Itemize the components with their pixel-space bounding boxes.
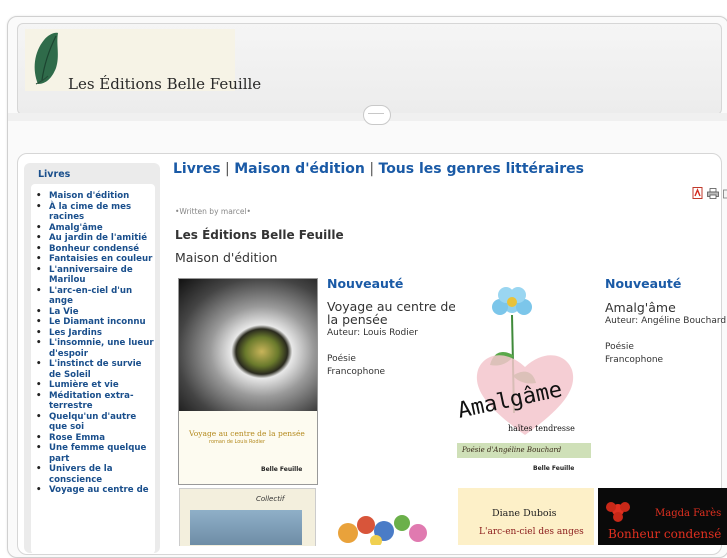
sidebar-item-quelqu-un[interactable]: Quelqu'un d'autre que soi bbox=[36, 412, 154, 433]
sidebar-item-univers-conscience[interactable]: Univers de la conscience bbox=[36, 464, 154, 485]
sidebar-item-maison-edition[interactable]: Maison d'édition bbox=[36, 191, 154, 202]
book-genre: Poésie Francophone bbox=[327, 353, 385, 379]
book-language: Francophone bbox=[327, 366, 385, 379]
article-title: Les Éditions Belle Feuille bbox=[175, 228, 344, 242]
cover-publisher: Belle Feuille bbox=[261, 466, 302, 473]
pdf-icon[interactable] bbox=[692, 187, 703, 199]
author-credit: •Written by marcel• bbox=[175, 207, 251, 216]
sidebar-item-fantaisies-couleur[interactable]: Fantaisies en couleur bbox=[36, 254, 154, 265]
flower-icon bbox=[603, 495, 633, 525]
cover-author: roman de Louis Rodier bbox=[209, 439, 265, 445]
thumbnail-title: L'arc-en-ciel des anges bbox=[479, 527, 584, 537]
sidebar-item-arc-en-ciel-ange[interactable]: L'arc-en-ciel d'un ange bbox=[36, 286, 154, 307]
sidebar-item-meditation[interactable]: Méditation extra-terrestre bbox=[36, 391, 154, 412]
breadcrumb-livres[interactable]: Livres bbox=[173, 161, 221, 177]
cover-subtitle: haïtes tendresse bbox=[508, 424, 575, 433]
cover-band-text: Poésie d'Angéline Bouchard bbox=[462, 446, 561, 454]
sidebar-item-insomnie[interactable]: L'insomnie, une lueur d'espoir bbox=[36, 338, 154, 359]
sidebar-item-instinct-survie[interactable]: L'instinct de survie de Soleil bbox=[36, 359, 154, 380]
handle-grip bbox=[368, 113, 384, 114]
book-title: Amalg'âme bbox=[605, 300, 676, 315]
eye-cover-image bbox=[179, 279, 317, 411]
thumbnail-title: Bonheur condensé bbox=[608, 527, 721, 541]
thumbnail-author: Magda Farès bbox=[655, 508, 721, 519]
cover-title: Voyage au centre de la pensée bbox=[189, 429, 305, 438]
sidebar-item-voyage-centre[interactable]: Voyage au centre de bbox=[36, 485, 154, 496]
thumbnail-author: Diane Dubois bbox=[492, 508, 557, 519]
collapse-handle[interactable] bbox=[363, 105, 391, 125]
sidebar-item-bonheur-condense[interactable]: Bonheur condensé bbox=[36, 244, 154, 255]
print-icon[interactable] bbox=[707, 188, 719, 199]
sidebar-item-rose-emma[interactable]: Rose Emma bbox=[36, 433, 154, 444]
sidebar-title: Livres bbox=[38, 169, 70, 180]
breadcrumb-separator: | bbox=[221, 161, 235, 177]
book-genre-text: Poésie bbox=[327, 353, 385, 366]
sidebar-menu: Maison d'édition À la cime de mes racine… bbox=[36, 191, 154, 496]
page-title: Livres | Maison d'édition | Tous les gen… bbox=[173, 161, 584, 177]
book-thumbnail[interactable] bbox=[318, 505, 450, 545]
breadcrumb-maison[interactable]: Maison d'édition bbox=[234, 161, 365, 177]
sidebar-item-cime-racines[interactable]: À la cime de mes racines bbox=[36, 202, 154, 223]
sidebar-item-les-jardins[interactable]: Les Jardins bbox=[36, 328, 154, 339]
book-genre-text: Poésie bbox=[605, 341, 663, 354]
sidebar-item-anniversaire-marilou[interactable]: L'anniversaire de Marilou bbox=[36, 265, 154, 286]
article-subtitle: Maison d'édition bbox=[175, 250, 277, 265]
book-language: Francophone bbox=[605, 354, 663, 367]
book-title: Voyage au centre de la pensée bbox=[327, 300, 459, 326]
thumbnail-label: Collectif bbox=[256, 495, 284, 503]
sidebar-item-lumiere-vie[interactable]: Lumière et vie bbox=[36, 380, 154, 391]
book-cover-voyage[interactable]: Voyage au centre de la pensée roman de L… bbox=[178, 278, 318, 485]
breadcrumb-separator: | bbox=[365, 161, 379, 177]
new-release-heading[interactable]: Nouveauté bbox=[327, 276, 403, 291]
sidebar-item-la-vie[interactable]: La Vie bbox=[36, 307, 154, 318]
sidebar-item-diamant-inconnu[interactable]: Le Diamant inconnu bbox=[36, 317, 154, 328]
email-icon[interactable] bbox=[723, 189, 727, 199]
sidebar-item-amalgame[interactable]: Amalg'âme bbox=[36, 223, 154, 234]
book-author: Auteur: Angéline Bouchard bbox=[605, 316, 726, 326]
logo-text: Les Éditions Belle Feuille bbox=[68, 75, 261, 93]
cover-publisher: Belle Feuille bbox=[533, 465, 574, 472]
new-release-heading[interactable]: Nouveauté bbox=[605, 276, 681, 291]
sidebar-item-jardin-amitie[interactable]: Au jardin de l'amitié bbox=[36, 233, 154, 244]
thumbnail-image bbox=[190, 510, 302, 545]
book-genre: Poésie Francophone bbox=[605, 341, 663, 367]
cover-title-band bbox=[179, 411, 317, 484]
leaf-logo-icon bbox=[30, 30, 68, 86]
breadcrumb-genres[interactable]: Tous les genres littéraires bbox=[379, 161, 584, 177]
sidebar-item-femme-quelque-part[interactable]: Une femme quelque part bbox=[36, 443, 154, 464]
book-author: Auteur: Louis Rodier bbox=[327, 328, 418, 338]
